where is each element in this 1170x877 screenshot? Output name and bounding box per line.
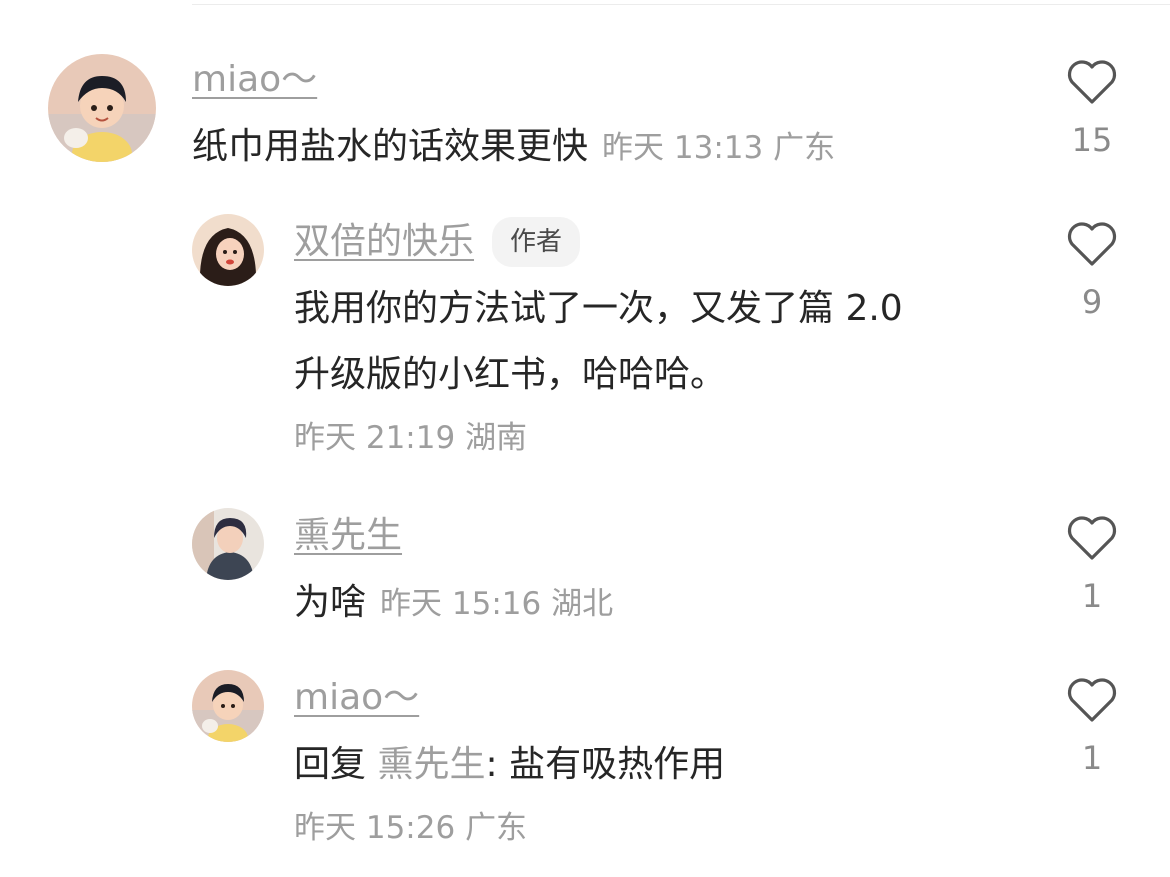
reply-target-username[interactable]: 熏先生 xyxy=(377,744,485,785)
username[interactable]: 熏先生 xyxy=(294,514,613,558)
divider xyxy=(192,4,1170,5)
comment-meta: 昨天 15:16 湖北 xyxy=(380,586,614,622)
comment-text: 回复 熏先生: 盐有吸热作用 xyxy=(294,744,726,785)
author-badge: 作者 xyxy=(492,217,581,267)
comment-meta: 昨天 15:26 广东 xyxy=(294,810,528,846)
comment-text: 我用你的方法试了一次，又发了篇 2.0 升级版的小红书，哈哈哈。 xyxy=(294,288,903,395)
like-button[interactable]: 15 xyxy=(1054,58,1130,158)
comment-text: 纸巾用盐水的话效果更快 昨天 13:13 广东 xyxy=(192,126,836,167)
username[interactable]: miao～ xyxy=(192,58,835,102)
like-count: 15 xyxy=(1071,121,1113,159)
like-count: 1 xyxy=(1081,739,1103,777)
heart-icon xyxy=(1067,516,1117,560)
username[interactable]: 双倍的快乐 作者 xyxy=(294,217,903,267)
comment-meta: 昨天 13:13 广东 xyxy=(602,130,836,166)
comment-meta: 昨天 21:19 湖南 xyxy=(294,420,528,456)
heart-icon xyxy=(1067,222,1117,266)
like-count: 9 xyxy=(1081,283,1103,321)
heart-icon xyxy=(1067,60,1117,104)
heart-icon xyxy=(1067,678,1117,722)
username[interactable]: miao～ xyxy=(294,676,725,720)
avatar[interactable] xyxy=(192,670,264,742)
avatar[interactable] xyxy=(48,54,156,162)
avatar[interactable] xyxy=(192,508,264,580)
avatar[interactable] xyxy=(192,214,264,286)
like-button[interactable]: 9 xyxy=(1054,220,1130,320)
like-count: 1 xyxy=(1081,577,1103,615)
like-button[interactable]: 1 xyxy=(1054,676,1130,776)
comment-text: 为啥 昨天 15:16 湖北 xyxy=(294,582,614,623)
like-button[interactable]: 1 xyxy=(1054,514,1130,614)
